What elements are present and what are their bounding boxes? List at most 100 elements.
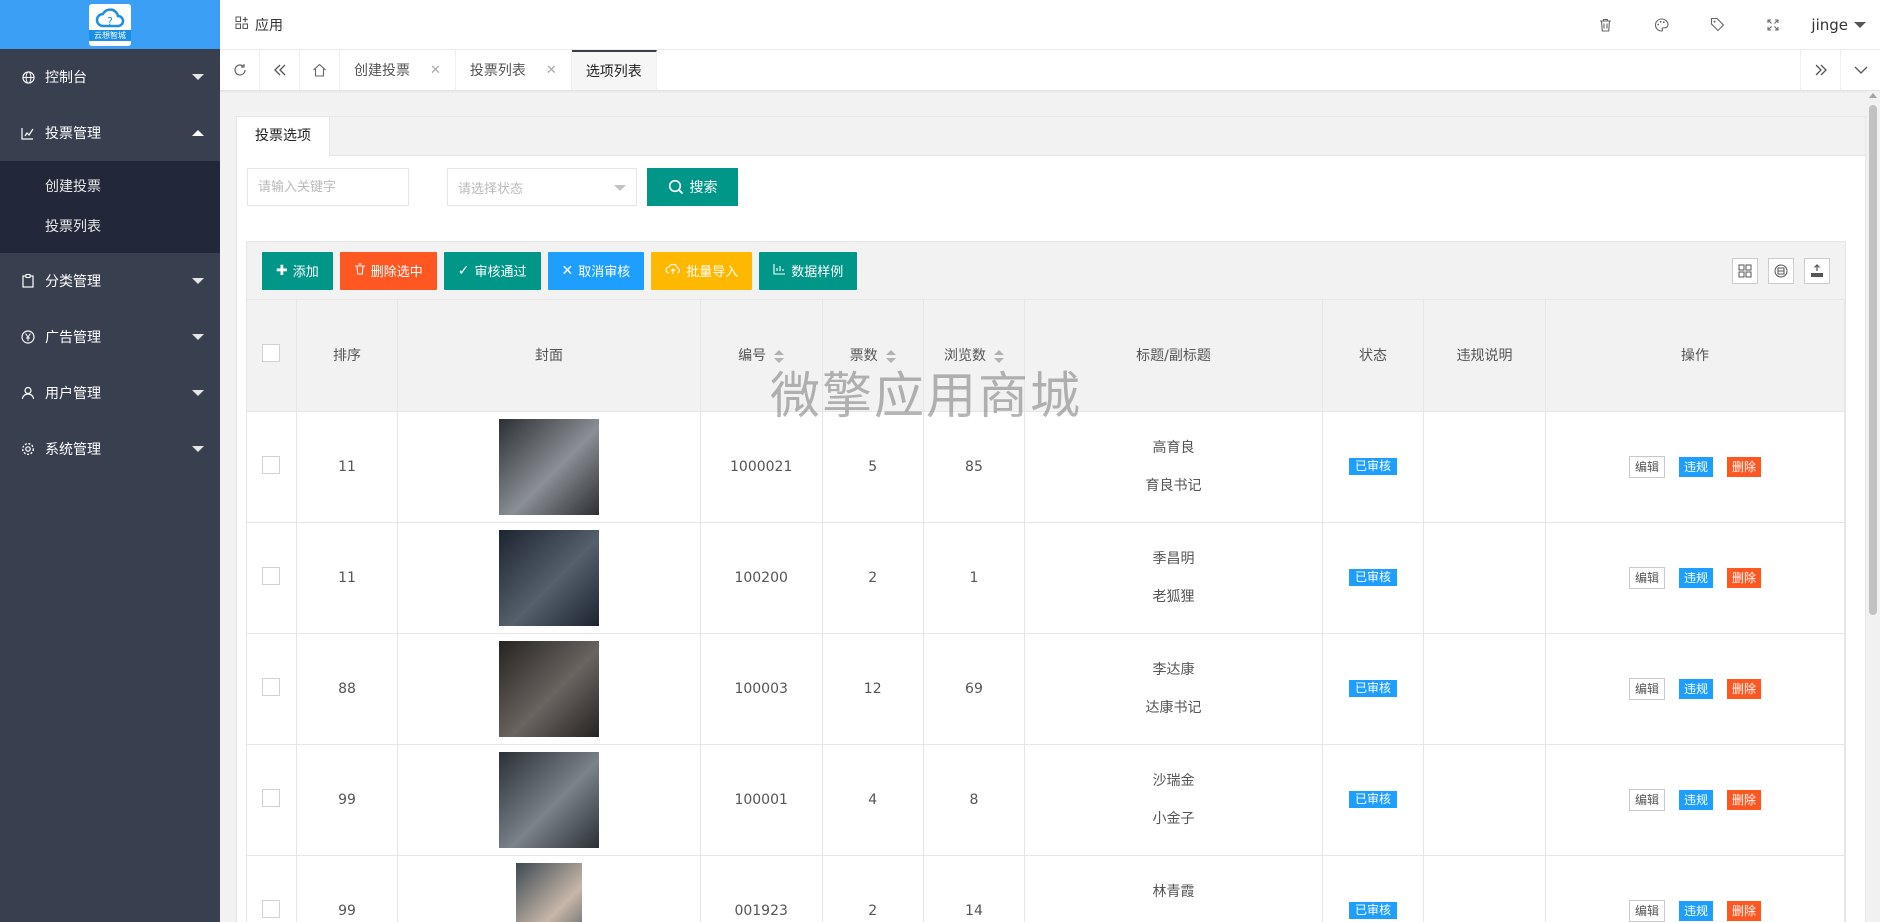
- palette-icon[interactable]: [1633, 0, 1689, 50]
- col-sort: 排序: [296, 300, 399, 412]
- cell-title: 沙瑞金 小金子: [1024, 744, 1323, 856]
- table-row: 88 100003 12 69 李达康 达康书记 已审核 编辑 违规 删除: [247, 633, 1846, 745]
- vertical-scrollbar[interactable]: [1866, 91, 1880, 922]
- sidebar-subitem-create-vote[interactable]: 创建投票: [0, 167, 220, 207]
- scroll-left-icon[interactable]: [260, 50, 300, 90]
- row-checkbox[interactable]: [262, 677, 281, 696]
- scroll-right-icon[interactable]: [1800, 50, 1840, 90]
- cell-code: 1000021: [700, 411, 823, 523]
- tab-label: 选项列表: [585, 64, 642, 80]
- home-icon[interactable]: [300, 50, 340, 90]
- add-button[interactable]: ✚ 添加: [262, 251, 333, 290]
- edit-button[interactable]: 编辑: [1628, 899, 1665, 922]
- cell-status: 已审核: [1322, 522, 1425, 634]
- scrollbar-thumb[interactable]: [1869, 105, 1877, 615]
- sidebar-item-category[interactable]: 分类管理: [0, 253, 220, 309]
- col-votes[interactable]: 票数: [822, 300, 924, 412]
- violation-button[interactable]: 违规: [1678, 678, 1713, 699]
- trash-icon[interactable]: [1577, 0, 1633, 50]
- sidebar-item-ads[interactable]: 广告管理: [0, 309, 220, 365]
- violation-button[interactable]: 违规: [1678, 456, 1713, 477]
- tab-create-vote[interactable]: 创建投票 ✕: [340, 50, 456, 90]
- select-all-checkbox[interactable]: [262, 344, 281, 363]
- cell-actions: 编辑 违规 删除: [1545, 633, 1846, 745]
- tab-vote-list[interactable]: 投票列表 ✕: [456, 50, 572, 90]
- edit-button[interactable]: 编辑: [1628, 788, 1665, 811]
- row-checkbox[interactable]: [262, 788, 281, 807]
- columns-icon[interactable]: [1732, 257, 1758, 284]
- violation-button[interactable]: 违规: [1678, 567, 1713, 588]
- cell-status: 已审核: [1322, 633, 1425, 745]
- sidebar-item-system[interactable]: 系统管理: [0, 421, 220, 477]
- cell-votes: 5: [822, 411, 924, 523]
- svg-text:?: ?: [107, 15, 113, 28]
- chevron-down-icon[interactable]: [1840, 50, 1880, 90]
- tag-icon[interactable]: [1689, 0, 1745, 50]
- print-icon[interactable]: [1768, 257, 1794, 284]
- batch-import-button[interactable]: 批量导入: [651, 251, 753, 290]
- apps-icon: [235, 16, 249, 34]
- cell-title: 李达康 达康书记: [1024, 633, 1323, 745]
- col-views[interactable]: 浏览数: [923, 300, 1026, 412]
- cell-sort: 99: [296, 855, 399, 922]
- sidebar-item-label: 投票管理: [45, 126, 101, 142]
- row-checkbox[interactable]: [262, 455, 281, 474]
- user-menu[interactable]: jinge: [1801, 16, 1880, 34]
- sidebar-item-vote-management[interactable]: 投票管理: [0, 105, 220, 161]
- approve-button[interactable]: ✓ 审核通过: [443, 251, 541, 290]
- cell-votes: 2: [822, 522, 924, 634]
- export-icon[interactable]: [1804, 257, 1830, 284]
- edit-button[interactable]: 编辑: [1628, 455, 1665, 478]
- row-checkbox[interactable]: [262, 899, 281, 918]
- row-select-cell: [247, 633, 297, 745]
- delete-button[interactable]: 删除: [1726, 567, 1761, 588]
- cover-image: [498, 418, 599, 515]
- delete-button[interactable]: 删除: [1726, 789, 1761, 810]
- tab-option-list[interactable]: 选项列表: [571, 50, 657, 90]
- option-title: 李达康: [1152, 661, 1195, 678]
- row-checkbox[interactable]: [262, 566, 281, 585]
- fullscreen-icon[interactable]: [1745, 0, 1801, 50]
- edit-button[interactable]: 编辑: [1628, 566, 1665, 589]
- card: 投票选项 请选择状态 搜索 ✚ 添加 删除选中 ✓ 审核通过 ✕ 取消审核 批量导入 …: [236, 116, 1866, 922]
- refresh-icon[interactable]: [220, 50, 260, 90]
- sample-data-button[interactable]: 数据样例: [759, 251, 858, 290]
- cell-views: 14: [923, 855, 1026, 922]
- option-title: 沙瑞金: [1152, 772, 1195, 789]
- sidebar-subitem-vote-list[interactable]: 投票列表: [0, 207, 220, 247]
- scroll-up-arrow[interactable]: [1869, 93, 1877, 98]
- chevron-down-icon: [192, 278, 204, 284]
- sidebar-item-label: 分类管理: [45, 274, 101, 290]
- violation-button[interactable]: 违规: [1678, 900, 1713, 921]
- search-button[interactable]: 搜索: [647, 168, 738, 206]
- sort-icon[interactable]: [774, 349, 785, 363]
- sort-icon[interactable]: [993, 349, 1004, 363]
- cancel-approve-button[interactable]: ✕ 取消审核: [547, 251, 645, 290]
- col-code[interactable]: 编号: [700, 300, 823, 412]
- close-icon[interactable]: ✕: [546, 63, 557, 78]
- violation-button[interactable]: 违规: [1678, 789, 1713, 810]
- edit-button[interactable]: 编辑: [1628, 677, 1665, 700]
- status-badge: 已审核: [1349, 569, 1398, 586]
- cover-image: [498, 640, 599, 737]
- delete-button[interactable]: 删除: [1726, 900, 1761, 921]
- keyword-input[interactable]: [247, 168, 409, 206]
- gear-icon: [20, 441, 36, 457]
- tab-vote-options[interactable]: 投票选项: [237, 117, 330, 157]
- apps-menu[interactable]: 应用: [220, 15, 283, 35]
- delete-button[interactable]: 删除: [1726, 456, 1761, 477]
- main-content: 投票选项 请选择状态 搜索 ✚ 添加 删除选中 ✓ 审核通过 ✕ 取消审核 批量导入 …: [220, 91, 1880, 922]
- cancel-approve-label: 取消审核: [578, 265, 631, 280]
- table-toolbar: ✚ 添加 删除选中 ✓ 审核通过 ✕ 取消审核 批量导入 数据样例: [247, 242, 1845, 300]
- cell-status: 已审核: [1322, 744, 1425, 856]
- logo[interactable]: ? 云想智城: [0, 0, 220, 49]
- close-icon[interactable]: ✕: [430, 63, 441, 78]
- sidebar-item-users[interactable]: 用户管理: [0, 365, 220, 421]
- status-select[interactable]: 请选择状态: [447, 168, 637, 206]
- logo-text: 云想智城: [89, 29, 131, 41]
- logo-icon: ? 云想智城: [89, 3, 131, 46]
- delete-selected-button[interactable]: 删除选中: [339, 251, 437, 290]
- delete-button[interactable]: 删除: [1726, 678, 1761, 699]
- sidebar-item-dashboard[interactable]: 控制台: [0, 49, 220, 105]
- sort-icon[interactable]: [885, 349, 896, 363]
